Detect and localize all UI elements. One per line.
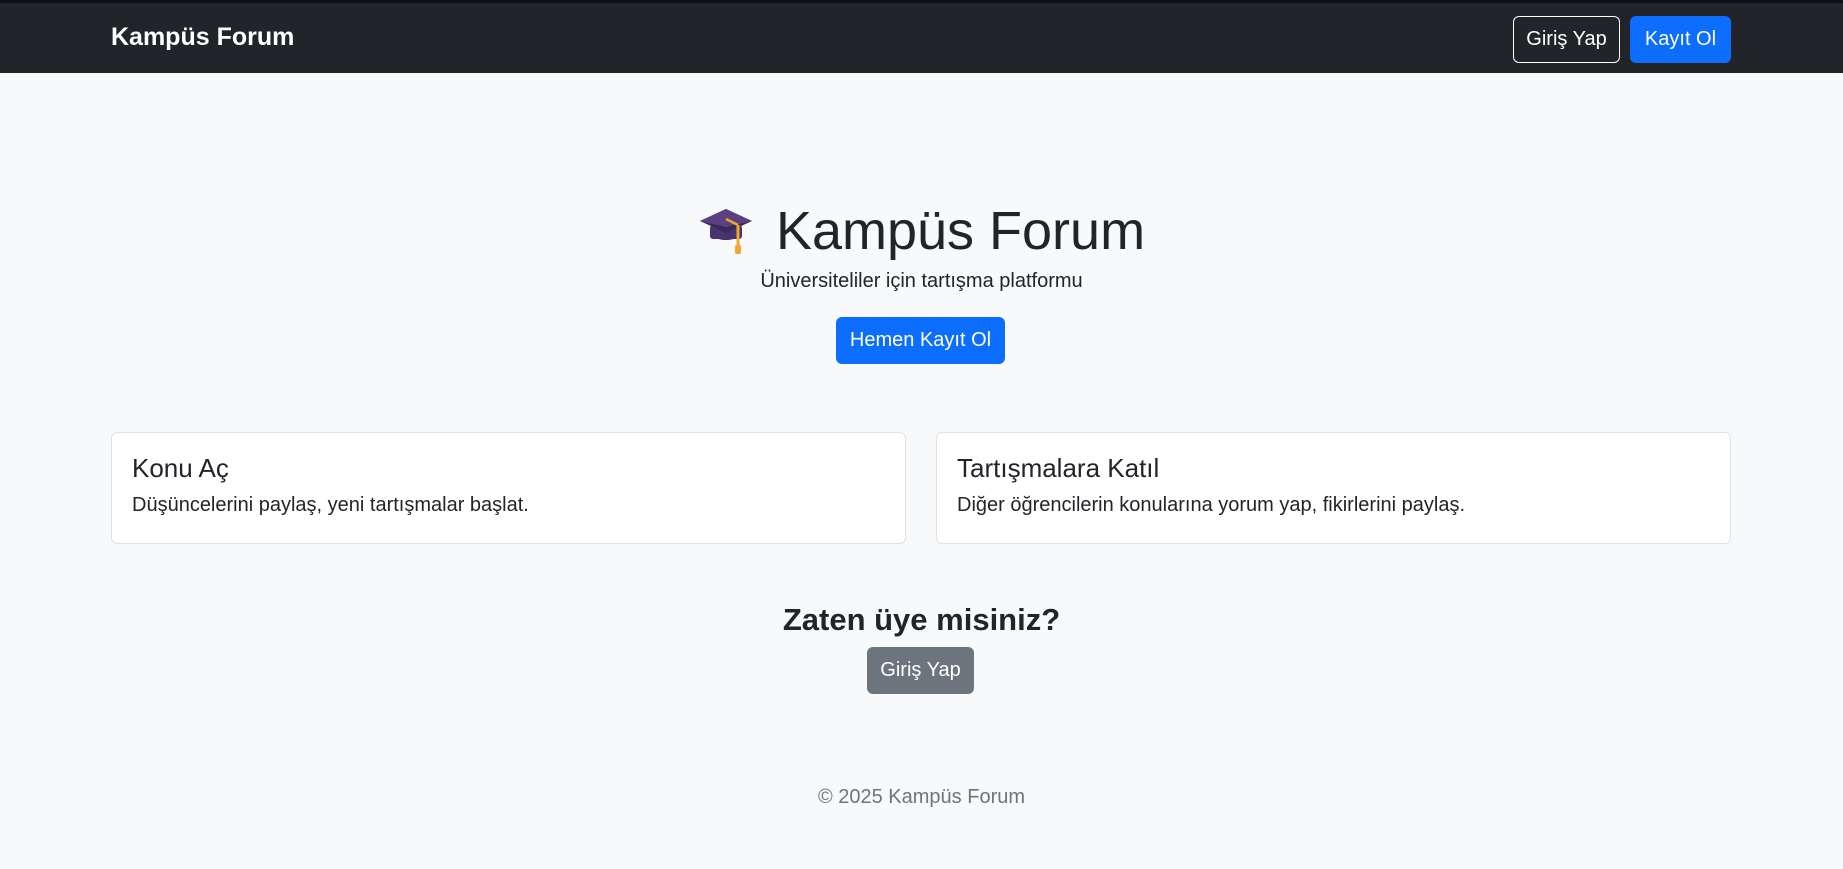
card-text: Düşüncelerini paylaş, yeni tartışmalar b… <box>132 494 529 516</box>
hero-section: Kampüs Forum Üniversiteliler için tartış… <box>0 196 1843 292</box>
register-now-button[interactable]: Hemen Kayıt Ol <box>836 317 1005 364</box>
card-title: Tartışmalara Katıl <box>957 453 1160 483</box>
hero-subtitle: Üniversiteliler için tartışma platformu <box>760 270 1083 292</box>
hero-title: Kampüs Forum <box>775 201 1146 261</box>
hero-title-row: Kampüs Forum <box>698 196 1145 266</box>
footer-copyright: © 2025 Kampüs Forum <box>817 786 1026 808</box>
navbar: Kampüs Forum Giriş Yap Kayıt Ol <box>0 0 1843 73</box>
brand-link[interactable]: Kampüs Forum <box>111 23 294 52</box>
login-button[interactable]: Giriş Yap <box>1513 16 1620 63</box>
feature-card-join-discussions: Tartışmalara Katıl Diğer öğrencilerin ko… <box>936 432 1731 544</box>
card-title: Konu Aç <box>132 453 229 483</box>
feature-card-create-topic: Konu Aç Düşüncelerini paylaş, yeni tartı… <box>111 432 906 544</box>
already-member-heading: Zaten üye misiniz? <box>782 602 1061 637</box>
register-button[interactable]: Kayıt Ol <box>1630 16 1731 63</box>
graduation-cap-icon <box>699 209 752 254</box>
secondary-login-button[interactable]: Giriş Yap <box>867 647 974 694</box>
card-text: Diğer öğrencilerin konularına yorum yap,… <box>957 494 1465 516</box>
